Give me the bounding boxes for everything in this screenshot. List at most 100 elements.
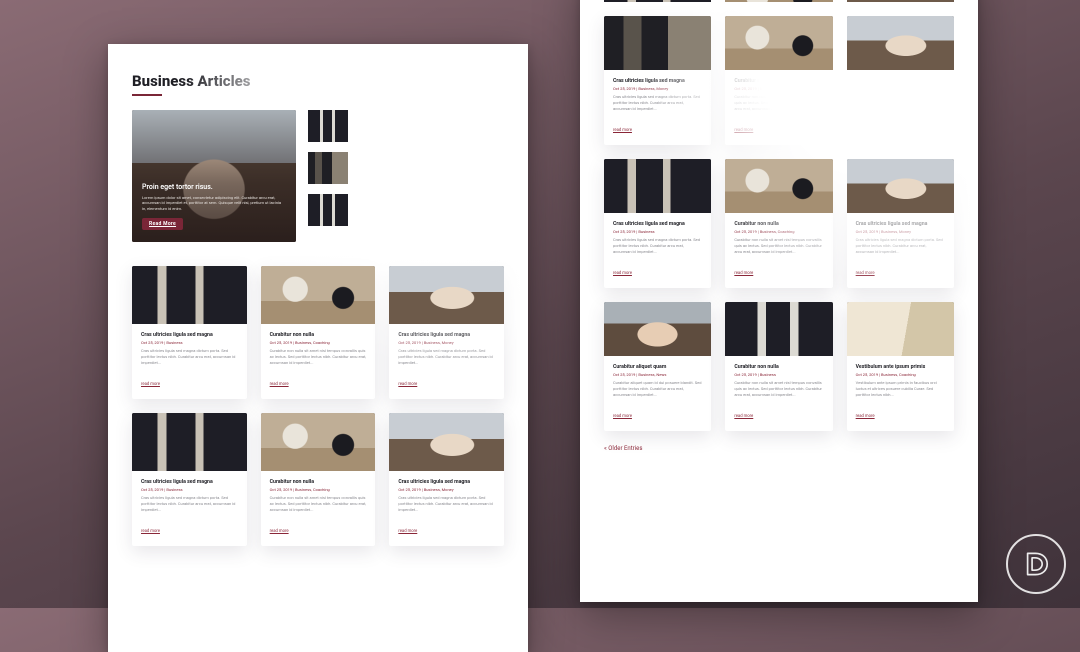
article-card[interactable]: Curabitur aliquet quam Oct 25, 2019 | Bus… (604, 302, 711, 431)
article-card[interactable]: Cras ultricies ligula sed magnaOct 25, 2… (389, 413, 504, 546)
read-more-link[interactable]: read more (613, 414, 632, 419)
article-card[interactable]: Cras ultricies ligula sed magnaOct 25, 2… (389, 266, 504, 399)
card-image (604, 16, 711, 70)
side-meta: Cras ultricies ligula sed magnaOct 25, 2… (356, 194, 504, 226)
article-card[interactable]: Curabitur non nullaOct 25, 2019 | Busine… (261, 413, 376, 546)
card-image (725, 16, 832, 70)
divi-logo-icon (1022, 550, 1050, 578)
card-meta: Oct 25, 2019 | Business, Money (856, 229, 945, 234)
article-card[interactable]: Cras ultricies ligula sed magnaOct 25, 2… (604, 16, 711, 145)
read-more-link[interactable]: read more (856, 271, 875, 276)
hero-title: Proin eget tortor risus. (142, 183, 286, 191)
card-body: Cras ultricies ligula sed magnaOct 25, 2… (604, 70, 711, 145)
article-card[interactable]: Cras ultricies ligula sed magna Oct 25, 2… (604, 159, 711, 288)
card-excerpt: Curabitur non nulla sit amet nisl tempus… (270, 495, 367, 513)
article-card[interactable]: Cras ultricies ligula sed magnaOct 25, 2… (132, 413, 247, 546)
card-title: Cras ultricies ligula sed magna (856, 78, 945, 84)
card-body: Cras ultricies ligula sed magna Oct 25, 2… (132, 324, 247, 399)
read-more-link[interactable]: read more (270, 382, 289, 387)
card-body: Cras ultricies ligula sed magna Oct 25, 2… (604, 213, 711, 288)
side-list: Cras ultricies ligula sed magnaOct 25, 2… (308, 110, 504, 242)
card-title: Vestibulum ante ipsum primis (856, 364, 945, 370)
card-title: Cras ultricies ligula sed magna (398, 479, 495, 485)
featured-row: Proin eget tortor risus. Lorem ipsum dol… (132, 110, 504, 242)
card-image (847, 302, 954, 356)
card-meta: Oct 25, 2019 | Business, Coaching (734, 229, 823, 234)
card-excerpt: Cras ultricies ligula sed magna dictum p… (856, 237, 945, 255)
read-more-link[interactable]: read more (734, 271, 753, 276)
card-image (261, 413, 376, 471)
article-card[interactable]: Cras ultricies ligula sed magnaOct 25, 2… (847, 159, 954, 288)
article-card[interactable]: Cras ultricies ligula sed magna Oct 25, 2… (132, 266, 247, 399)
side-list-item[interactable]: Cras ultricies ligula sed magnaOct 25, 2… (308, 194, 504, 226)
read-more-link[interactable]: read more (734, 128, 753, 133)
read-more-link[interactable]: read more (398, 382, 417, 387)
left-grid: Cras ultricies ligula sed magna Oct 25, 2… (132, 266, 504, 546)
card-meta: Oct 25, 2019 | Business, Coaching (270, 340, 367, 345)
card-body: Cras ultricies ligula sed magnaOct 25, 2… (389, 471, 504, 546)
card-meta: Oct 25, 2019 | Business, News (613, 372, 702, 377)
article-card[interactable]: Curabitur non nullaOct 25, 2019 | Busine… (725, 16, 832, 145)
demo-page-left: Business Articles Proin eget tortor risu… (108, 44, 528, 652)
card-excerpt: Cras ultricies ligula sed magna dictum p… (613, 94, 702, 112)
page-title: Business Articles (132, 72, 504, 90)
side-title: Curabitur aliquet quam (356, 152, 504, 158)
side-meta: Cras ultricies ligula sed magnaOct 25, 2… (356, 110, 504, 142)
card-body: Curabitur non nulla Oct 25, 2019 | Busine… (261, 324, 376, 399)
card-image (847, 159, 954, 213)
side-meta-line: Oct 25, 2019 | Business (356, 118, 504, 123)
card-excerpt: Cras ultricies ligula sed magna dictum p… (856, 94, 945, 112)
article-card[interactable]: Vestibulum ante ipsum primis Oct 25, 2019… (847, 302, 954, 431)
card-body: Vestibulum ante ipsum primis Oct 25, 2019… (847, 356, 954, 431)
card-meta: Oct 25, 2019 | Business (141, 340, 238, 345)
card-image (725, 159, 832, 213)
hero-card[interactable]: Proin eget tortor risus. Lorem ipsum dol… (132, 110, 296, 242)
article-card[interactable]: Curabitur non nullaOct 25, 2019 | Busine… (725, 159, 832, 288)
card-body: Cras ultricies ligula sed magnaOct 25, 2… (847, 213, 954, 288)
card-excerpt: Vestibulum ante ipsum primis in faucibus… (856, 380, 945, 398)
read-more-link[interactable]: read more (856, 414, 875, 419)
card-title: Cras ultricies ligula sed magna (398, 332, 495, 338)
older-entries-link[interactable]: « Older Entries (604, 445, 954, 452)
card-excerpt: Curabitur non nulla sit amet nisl tempus… (734, 380, 823, 398)
card-title: Cras ultricies ligula sed magna (141, 332, 238, 338)
cropped-card-image (604, 0, 711, 2)
card-title: Curabitur non nulla (734, 364, 823, 370)
hero-overlay: Proin eget tortor risus. Lorem ipsum dol… (132, 110, 296, 242)
side-thumb (308, 152, 348, 184)
card-image (604, 302, 711, 356)
card-body: Cras ultricies ligula sed magnaOct 25, 2… (389, 324, 504, 399)
read-more-link[interactable]: read more (613, 271, 632, 276)
side-thumb (308, 110, 348, 142)
side-list-item[interactable]: Curabitur aliquet quamOct 25, 2019 | Bus… (308, 152, 504, 184)
card-meta: Oct 25, 2019 | Business, Money (613, 86, 702, 91)
card-excerpt: Cras ultricies ligula sed magna dictum p… (398, 495, 495, 513)
card-meta: Oct 25, 2019 | Business, Coaching (856, 372, 945, 377)
card-title: Curabitur non nulla (270, 332, 367, 338)
card-image (132, 266, 247, 324)
card-meta: Oct 25, 2019 | Business (613, 229, 702, 234)
read-more-link[interactable]: read more (141, 382, 160, 387)
read-more-link[interactable]: read more (613, 128, 632, 133)
card-excerpt: Cras ultricies ligula sed magna dictum p… (398, 348, 495, 366)
side-list-item[interactable]: Cras ultricies ligula sed magnaOct 25, 2… (308, 110, 504, 142)
article-card[interactable]: Cras ultricies ligula sed magnaOct 25, 2… (847, 16, 954, 145)
read-more-link[interactable]: read more (270, 529, 289, 534)
card-title: Curabitur aliquet quam (613, 364, 702, 370)
read-more-link[interactable]: read more (141, 529, 160, 534)
hero-description: Lorem ipsum dolor sit amet, consectetur … (142, 195, 286, 212)
card-image (261, 266, 376, 324)
card-title: Curabitur non nulla (734, 78, 823, 84)
read-more-link[interactable]: read more (734, 414, 753, 419)
read-more-link[interactable]: read more (398, 529, 417, 534)
cropped-card-image (847, 0, 954, 2)
article-card[interactable]: Curabitur non nulla Oct 25, 2019 | Busine… (261, 266, 376, 399)
card-excerpt: Cras ultricies ligula sed magna dictum p… (141, 348, 238, 366)
read-more-button[interactable]: Read More (142, 218, 183, 230)
card-title: Cras ultricies ligula sed magna (613, 221, 702, 227)
card-excerpt: Curabitur non nulla sit amet nisl tempus… (734, 94, 823, 112)
read-more-link[interactable]: read more (856, 128, 875, 133)
article-card[interactable]: Curabitur non nulla Oct 25, 2019 | Busine… (725, 302, 832, 431)
card-meta: Oct 25, 2019 | Business (734, 372, 823, 377)
side-thumb (308, 194, 348, 226)
